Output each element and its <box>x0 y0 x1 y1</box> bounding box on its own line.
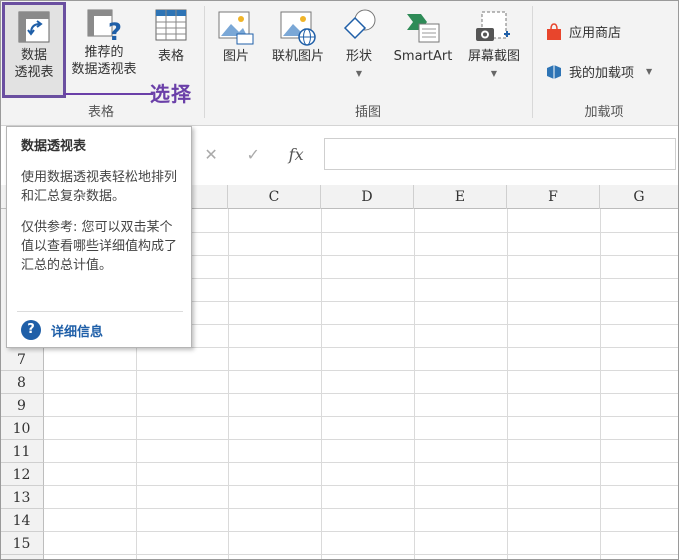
screenshot-icon <box>476 11 510 41</box>
table-button[interactable]: 表格 <box>146 8 196 65</box>
row-header-13[interactable]: 13 <box>0 486 44 509</box>
column-header-f[interactable]: F <box>507 185 600 209</box>
column-header-c[interactable]: C <box>228 185 321 209</box>
recommended-pivot-icon: ? <box>87 9 122 42</box>
help-icon: ? <box>21 320 41 340</box>
addins-icon <box>547 64 561 79</box>
ribbon: 数据 透视表 ? 推荐的 数据透视表 表格 选择 表格 图片 联机图片 形状 ▼… <box>0 0 679 126</box>
grid-line <box>44 531 679 532</box>
recommended-pivot-button[interactable]: ? 推荐的 数据透视表 <box>64 8 144 78</box>
store-label: 应用商店 <box>569 26 622 41</box>
pivot-table-tooltip: 数据透视表 使用数据透视表轻松地排列和汇总复杂数据。 仅供参考: 您可以双击某个… <box>6 126 192 348</box>
grid-line <box>44 439 679 440</box>
addins-group-label: 加载项 <box>584 105 624 120</box>
tables-group-label: 表格 <box>87 105 114 120</box>
group-separator <box>532 6 533 118</box>
picture-icon <box>218 11 254 45</box>
pivot-table-button[interactable]: 数据 透视表 <box>2 2 66 98</box>
screenshot-dropdown-icon[interactable]: ▼ <box>462 65 526 82</box>
row-header-15[interactable]: 15 <box>0 532 44 555</box>
tooltip-title: 数据透视表 <box>21 139 87 154</box>
store-icon <box>547 22 561 40</box>
annotation-underline <box>63 93 153 95</box>
row-header-10[interactable]: 10 <box>0 417 44 440</box>
my-addins-label: 我的加载项 <box>569 66 635 81</box>
cancel-icon[interactable]: ✕ <box>204 145 217 164</box>
screenshot-label: 屏幕截图 <box>467 49 520 64</box>
smartart-icon <box>407 14 440 43</box>
fx-icon[interactable]: fx <box>289 145 304 164</box>
grid-line <box>44 416 679 417</box>
table-icon <box>155 9 187 41</box>
more-info-label: 详细信息 <box>51 324 104 340</box>
shapes-icon <box>343 9 376 40</box>
pivot-table-icon <box>18 11 50 43</box>
pivot-table-label-1: 数据 <box>20 48 47 63</box>
grid-line <box>44 462 679 463</box>
annotation-select: 选择 <box>150 82 192 106</box>
store-button[interactable]: 应用商店 <box>545 22 621 41</box>
formula-controls: ✕ ✓ fx <box>190 139 318 169</box>
smartart-label: SmartArt <box>393 49 453 64</box>
more-info-link[interactable]: ? 详细信息 <box>21 320 103 340</box>
svg-text:?: ? <box>108 18 122 42</box>
grid-line <box>44 485 679 486</box>
column-header-e[interactable]: E <box>414 185 507 209</box>
recommended-pivot-label-2: 数据透视表 <box>71 62 137 77</box>
picture-label: 图片 <box>222 49 249 64</box>
grid-line <box>44 554 679 555</box>
grid-line <box>44 508 679 509</box>
row-header-8[interactable]: 8 <box>0 371 44 394</box>
my-addins-dropdown-icon[interactable]: ▼ <box>646 67 652 76</box>
tooltip-description: 使用数据透视表轻松地排列和汇总复杂数据。 <box>21 170 178 204</box>
row-header-11[interactable]: 11 <box>0 440 44 463</box>
tooltip-divider <box>17 311 183 312</box>
grid-line <box>44 393 679 394</box>
recommended-pivot-label-1: 推荐的 <box>84 45 124 60</box>
formula-input[interactable] <box>324 138 676 170</box>
row-header-12[interactable]: 12 <box>0 463 44 486</box>
row-header-9[interactable]: 9 <box>0 394 44 417</box>
tooltip-note: 仅供参考: 您可以双击某个值以查看哪些详细值构成了汇总的总计值。 <box>21 220 178 273</box>
picture-button[interactable]: 图片 <box>214 8 258 65</box>
smartart-button[interactable]: SmartArt <box>388 8 458 65</box>
online-picture-icon <box>280 11 316 46</box>
pivot-table-label-2: 透视表 <box>14 65 54 80</box>
column-header-g[interactable]: G <box>600 185 679 209</box>
table-label: 表格 <box>157 49 184 64</box>
shapes-dropdown-icon[interactable]: ▼ <box>336 65 382 82</box>
group-separator <box>204 6 205 118</box>
shapes-button[interactable]: 形状 ▼ <box>336 8 382 82</box>
my-addins-button[interactable]: 我的加载项 ▼ <box>545 62 652 81</box>
online-picture-label: 联机图片 <box>271 49 324 64</box>
screenshot-button[interactable]: 屏幕截图 ▼ <box>462 8 526 82</box>
online-picture-button[interactable]: 联机图片 <box>266 8 330 65</box>
column-header-d[interactable]: D <box>321 185 414 209</box>
row-header-14[interactable]: 14 <box>0 509 44 532</box>
shapes-label: 形状 <box>345 49 372 64</box>
enter-icon[interactable]: ✓ <box>247 145 260 164</box>
row-header-7[interactable]: 7 <box>0 348 44 371</box>
illustrations-group-label: 插图 <box>354 105 381 120</box>
grid-line <box>44 370 679 371</box>
